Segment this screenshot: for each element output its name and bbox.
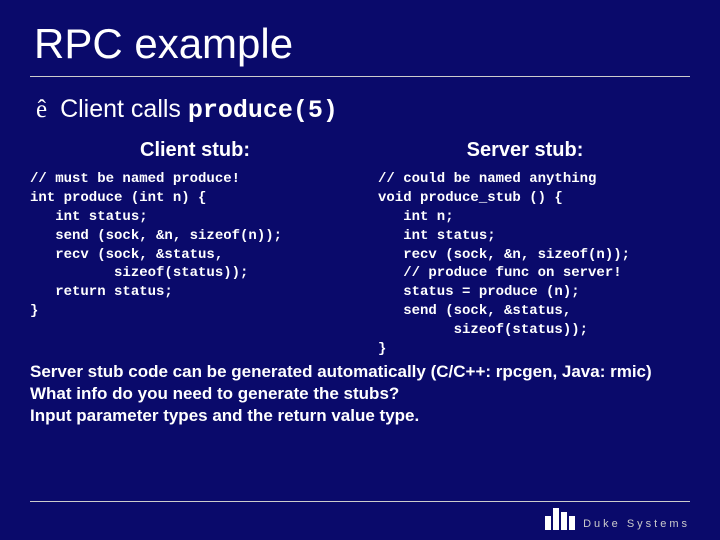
- server-code: // could be named anything void produce_…: [360, 170, 690, 359]
- title-divider: [30, 76, 690, 77]
- footer-line-2: What info do you need to generate the st…: [30, 383, 690, 405]
- server-heading: Server stub:: [360, 139, 690, 162]
- bullet-prefix: Client calls: [60, 95, 188, 123]
- footer-line-1: Server stub code can be generated automa…: [30, 361, 690, 383]
- logo: Duke Systems: [545, 508, 690, 530]
- bottom-divider: [30, 501, 690, 502]
- server-column: Server stub: // could be named anything …: [360, 139, 690, 359]
- bullet-symbol: ê: [36, 96, 47, 123]
- bullet-line: ê Client calls produce(5): [36, 95, 690, 125]
- bullet-code: produce(5): [188, 96, 338, 125]
- client-code: // must be named produce! int produce (i…: [30, 170, 360, 321]
- client-column: Client stub: // must be named produce! i…: [30, 139, 360, 359]
- code-columns: Client stub: // must be named produce! i…: [30, 139, 690, 359]
- footer-notes: Server stub code can be generated automa…: [30, 361, 690, 427]
- slide-title: RPC example: [34, 20, 690, 68]
- client-heading: Client stub:: [30, 139, 360, 162]
- logo-icon: [545, 508, 575, 530]
- footer-line-3: Input parameter types and the return val…: [30, 405, 690, 427]
- logo-text: Duke Systems: [583, 518, 690, 530]
